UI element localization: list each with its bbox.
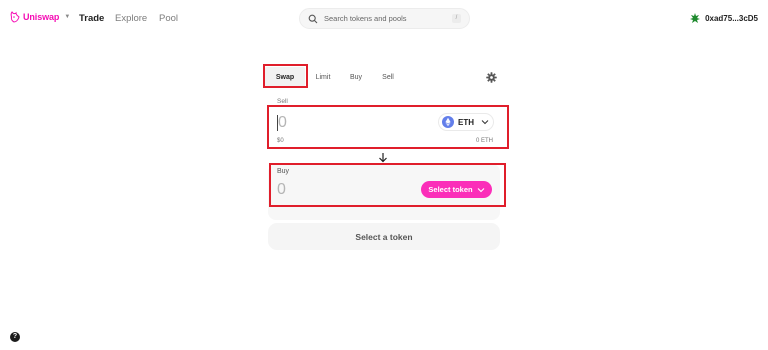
search-bar[interactable]: / [299, 8, 470, 29]
nav-link-explore[interactable]: Explore [115, 13, 147, 24]
select-token-label: Select token [428, 185, 473, 194]
search-input[interactable] [324, 14, 444, 23]
swap-tabs: Swap Limit Buy Sell [265, 67, 499, 87]
wallet-avatar-icon [690, 13, 701, 23]
buy-select-token-button[interactable]: Select token [421, 181, 492, 198]
sell-label: Sell [277, 98, 288, 105]
nav-link-trade[interactable]: Trade [79, 13, 104, 24]
uniswap-logo-icon [10, 11, 20, 23]
nav-link-pool[interactable]: Pool [159, 13, 178, 24]
tab-swap[interactable]: Swap [265, 67, 305, 87]
select-a-token-button[interactable]: Select a token [268, 223, 500, 250]
buy-amount-input[interactable] [277, 180, 397, 200]
help-icon[interactable]: ? [10, 332, 20, 342]
chevron-down-icon [481, 120, 489, 125]
sell-token-selector[interactable]: ETH [438, 113, 494, 131]
sell-token-symbol: ETH [458, 117, 474, 127]
brand-menu-caret-icon: ▼ [64, 14, 71, 20]
tab-buy[interactable]: Buy [344, 67, 368, 87]
chevron-down-icon [477, 187, 484, 192]
arrow-down-icon[interactable] [378, 152, 388, 163]
buy-label: Buy [277, 168, 290, 175]
tab-sell[interactable]: Sell [376, 67, 400, 87]
brand-name: Uniswap [23, 12, 60, 22]
sell-balance: 0 ETH [475, 138, 493, 144]
tab-limit[interactable]: Limit [310, 67, 336, 87]
wallet-button[interactable]: 0xad75...3cD5 [690, 13, 758, 23]
search-icon [308, 14, 318, 23]
sell-amount-input[interactable] [278, 113, 398, 133]
uniswap-logo[interactable]: Uniswap ▼ [10, 11, 70, 23]
search-shortcut-key: / [452, 14, 461, 23]
settings-gear-icon[interactable] [486, 72, 497, 83]
wallet-address: 0xad75...3cD5 [705, 13, 758, 23]
sell-usd-value: $0 [277, 138, 284, 144]
eth-icon [442, 116, 454, 128]
top-nav: Uniswap ▼ Trade Explore Pool / 0xad75...… [0, 0, 768, 38]
